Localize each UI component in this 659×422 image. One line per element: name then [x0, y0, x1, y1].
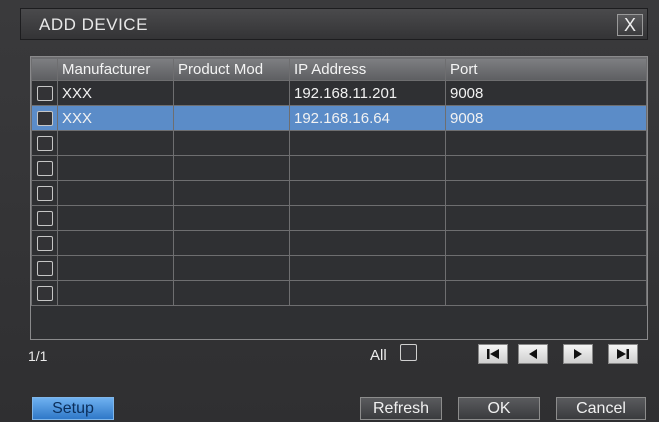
ip-address-cell	[289, 255, 446, 281]
ip-address-cell	[289, 280, 446, 306]
row-checkbox[interactable]	[36, 210, 53, 226]
ok-button[interactable]: OK	[458, 397, 540, 420]
refresh-button[interactable]: Refresh	[360, 397, 442, 420]
port-cell	[445, 255, 647, 281]
row-select-cell	[31, 280, 58, 306]
product-model-cell	[173, 105, 290, 131]
device-table: Manufacturer Product Mod IP Address Port…	[30, 56, 648, 340]
port-cell	[445, 180, 647, 206]
select-all-label: All	[370, 347, 387, 364]
row-checkbox[interactable]	[36, 160, 53, 176]
manufacturer-cell	[57, 155, 174, 181]
product-model-cell	[173, 155, 290, 181]
row-select-cell	[31, 230, 58, 256]
product-model-cell	[173, 130, 290, 156]
row-select-cell	[31, 105, 58, 131]
cancel-button[interactable]: Cancel	[556, 397, 646, 420]
col-header-ip-address[interactable]: IP Address	[289, 57, 446, 81]
row-checkbox[interactable]	[36, 85, 53, 101]
product-model-cell	[173, 280, 290, 306]
row-checkbox[interactable]	[36, 185, 53, 201]
close-button[interactable]: X	[617, 14, 643, 36]
dialog-title: ADD DEVICE	[39, 15, 148, 34]
manufacturer-cell	[57, 230, 174, 256]
ip-address-cell	[289, 205, 446, 231]
table-row[interactable]	[31, 180, 647, 206]
col-header-product-model[interactable]: Product Mod	[173, 57, 290, 81]
port-cell	[445, 205, 647, 231]
manufacturer-cell	[57, 205, 174, 231]
table-row[interactable]	[31, 280, 647, 306]
last-page-button[interactable]	[608, 344, 638, 364]
row-select-cell	[31, 255, 58, 281]
ip-address-cell	[289, 230, 446, 256]
table-row[interactable]: XXX 192.168.16.64 9008	[31, 105, 647, 131]
ip-address-cell: 192.168.16.64	[289, 105, 446, 131]
table-footer: 1/1 All	[28, 340, 648, 370]
table-row[interactable]	[31, 255, 647, 281]
product-model-cell	[173, 205, 290, 231]
row-select-cell	[31, 155, 58, 181]
ip-address-cell	[289, 155, 446, 181]
port-cell	[445, 230, 647, 256]
table-header: Manufacturer Product Mod IP Address Port	[31, 57, 647, 81]
col-header-port[interactable]: Port	[445, 57, 647, 81]
row-checkbox[interactable]	[36, 110, 53, 126]
port-cell: 9008	[445, 80, 647, 106]
product-model-cell	[173, 230, 290, 256]
manufacturer-cell	[57, 280, 174, 306]
port-cell: 9008	[445, 105, 647, 131]
product-model-cell	[173, 255, 290, 281]
row-select-cell	[31, 205, 58, 231]
table-row[interactable]	[31, 155, 647, 181]
table-row[interactable]	[31, 230, 647, 256]
ip-address-cell	[289, 130, 446, 156]
row-select-cell	[31, 180, 58, 206]
col-header-select	[31, 57, 58, 81]
table-row[interactable]	[31, 205, 647, 231]
setup-button[interactable]: Setup	[32, 397, 114, 420]
port-cell	[445, 280, 647, 306]
first-page-button[interactable]	[478, 344, 508, 364]
page-indicator: 1/1	[28, 348, 48, 364]
title-bar: ADD DEVICE X	[20, 8, 648, 40]
prev-page-icon	[529, 349, 537, 359]
table-row[interactable]	[31, 130, 647, 156]
manufacturer-cell	[57, 255, 174, 281]
manufacturer-cell	[57, 180, 174, 206]
first-page-icon	[487, 349, 499, 359]
col-header-manufacturer[interactable]: Manufacturer	[57, 57, 174, 81]
row-checkbox[interactable]	[36, 285, 53, 301]
product-model-cell	[173, 80, 290, 106]
next-page-icon	[574, 349, 582, 359]
row-select-cell	[31, 130, 58, 156]
close-icon: X	[623, 15, 636, 35]
prev-page-button[interactable]	[518, 344, 548, 364]
ip-address-cell	[289, 180, 446, 206]
row-select-cell	[31, 80, 58, 106]
add-device-dialog: ADD DEVICE X Manufacturer Product Mod IP…	[0, 0, 659, 422]
last-page-icon	[617, 349, 629, 359]
next-page-button[interactable]	[563, 344, 593, 364]
manufacturer-cell: XXX	[57, 105, 174, 131]
manufacturer-cell	[57, 130, 174, 156]
row-checkbox[interactable]	[36, 235, 53, 251]
port-cell	[445, 155, 647, 181]
ip-address-cell: 192.168.11.201	[289, 80, 446, 106]
product-model-cell	[173, 180, 290, 206]
row-checkbox[interactable]	[36, 135, 53, 151]
row-checkbox[interactable]	[36, 260, 53, 276]
manufacturer-cell: XXX	[57, 80, 174, 106]
select-all-checkbox[interactable]	[400, 344, 417, 361]
table-row[interactable]: XXX 192.168.11.201 9008	[31, 80, 647, 106]
port-cell	[445, 130, 647, 156]
